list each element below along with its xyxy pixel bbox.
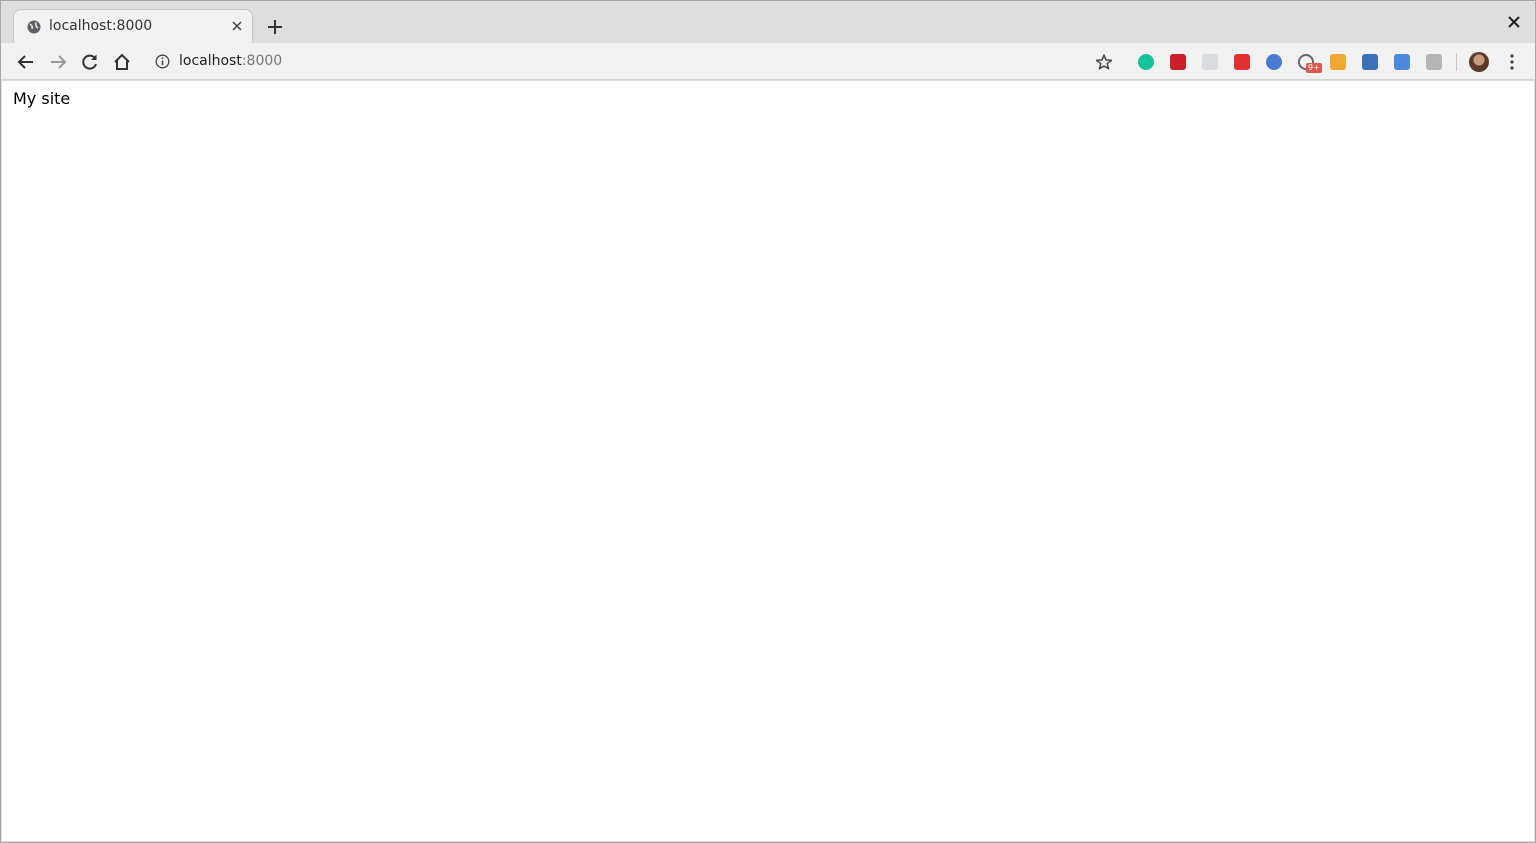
url-host: localhost <box>179 53 242 69</box>
page-text: My site <box>13 89 71 108</box>
bookmark-star-icon[interactable] <box>1095 53 1113 71</box>
react-devtools-icon[interactable] <box>1202 54 1218 70</box>
forward-icon[interactable] <box>48 52 68 72</box>
grammarly-icon[interactable] <box>1138 54 1154 70</box>
back-icon[interactable] <box>16 52 36 72</box>
save-extension-icon[interactable] <box>1362 54 1378 70</box>
browser-toolbar: localhost:8000 9+ <box>1 43 1535 80</box>
gray-extension-icon[interactable] <box>1426 54 1442 70</box>
google-translate-icon[interactable] <box>1394 54 1410 70</box>
extension-badge: 9+ <box>1306 63 1322 73</box>
menu-icon[interactable] <box>1507 53 1517 71</box>
lastpass-icon[interactable] <box>1170 54 1186 70</box>
reload-icon[interactable] <box>80 52 100 72</box>
url-port: :8000 <box>241 53 283 69</box>
browser-window: localhost:8000 localhost:8000 9+ My site <box>0 0 1536 843</box>
sketch-extension-icon[interactable] <box>1330 54 1346 70</box>
tab-localhost[interactable]: localhost:8000 <box>13 9 253 44</box>
circle-extension-icon[interactable] <box>1266 54 1282 70</box>
globe-icon <box>27 20 41 34</box>
tab-strip: localhost:8000 <box>1 1 1535 44</box>
adblock-icon[interactable] <box>1234 54 1250 70</box>
new-tab-icon[interactable] <box>266 18 284 36</box>
page-viewport: My site <box>2 81 1534 841</box>
notification-extension-icon[interactable]: 9+ <box>1298 54 1322 73</box>
window-close-icon[interactable] <box>1507 15 1521 29</box>
info-icon[interactable] <box>155 54 170 69</box>
profile-avatar[interactable] <box>1469 52 1489 72</box>
tab-title: localhost:8000 <box>49 18 153 34</box>
home-icon[interactable] <box>112 52 132 72</box>
url-text[interactable]: localhost:8000 <box>179 53 282 69</box>
address-bar[interactable]: localhost:8000 <box>147 47 1127 76</box>
toolbar-divider <box>1456 53 1457 71</box>
close-tab-icon[interactable] <box>230 19 244 33</box>
